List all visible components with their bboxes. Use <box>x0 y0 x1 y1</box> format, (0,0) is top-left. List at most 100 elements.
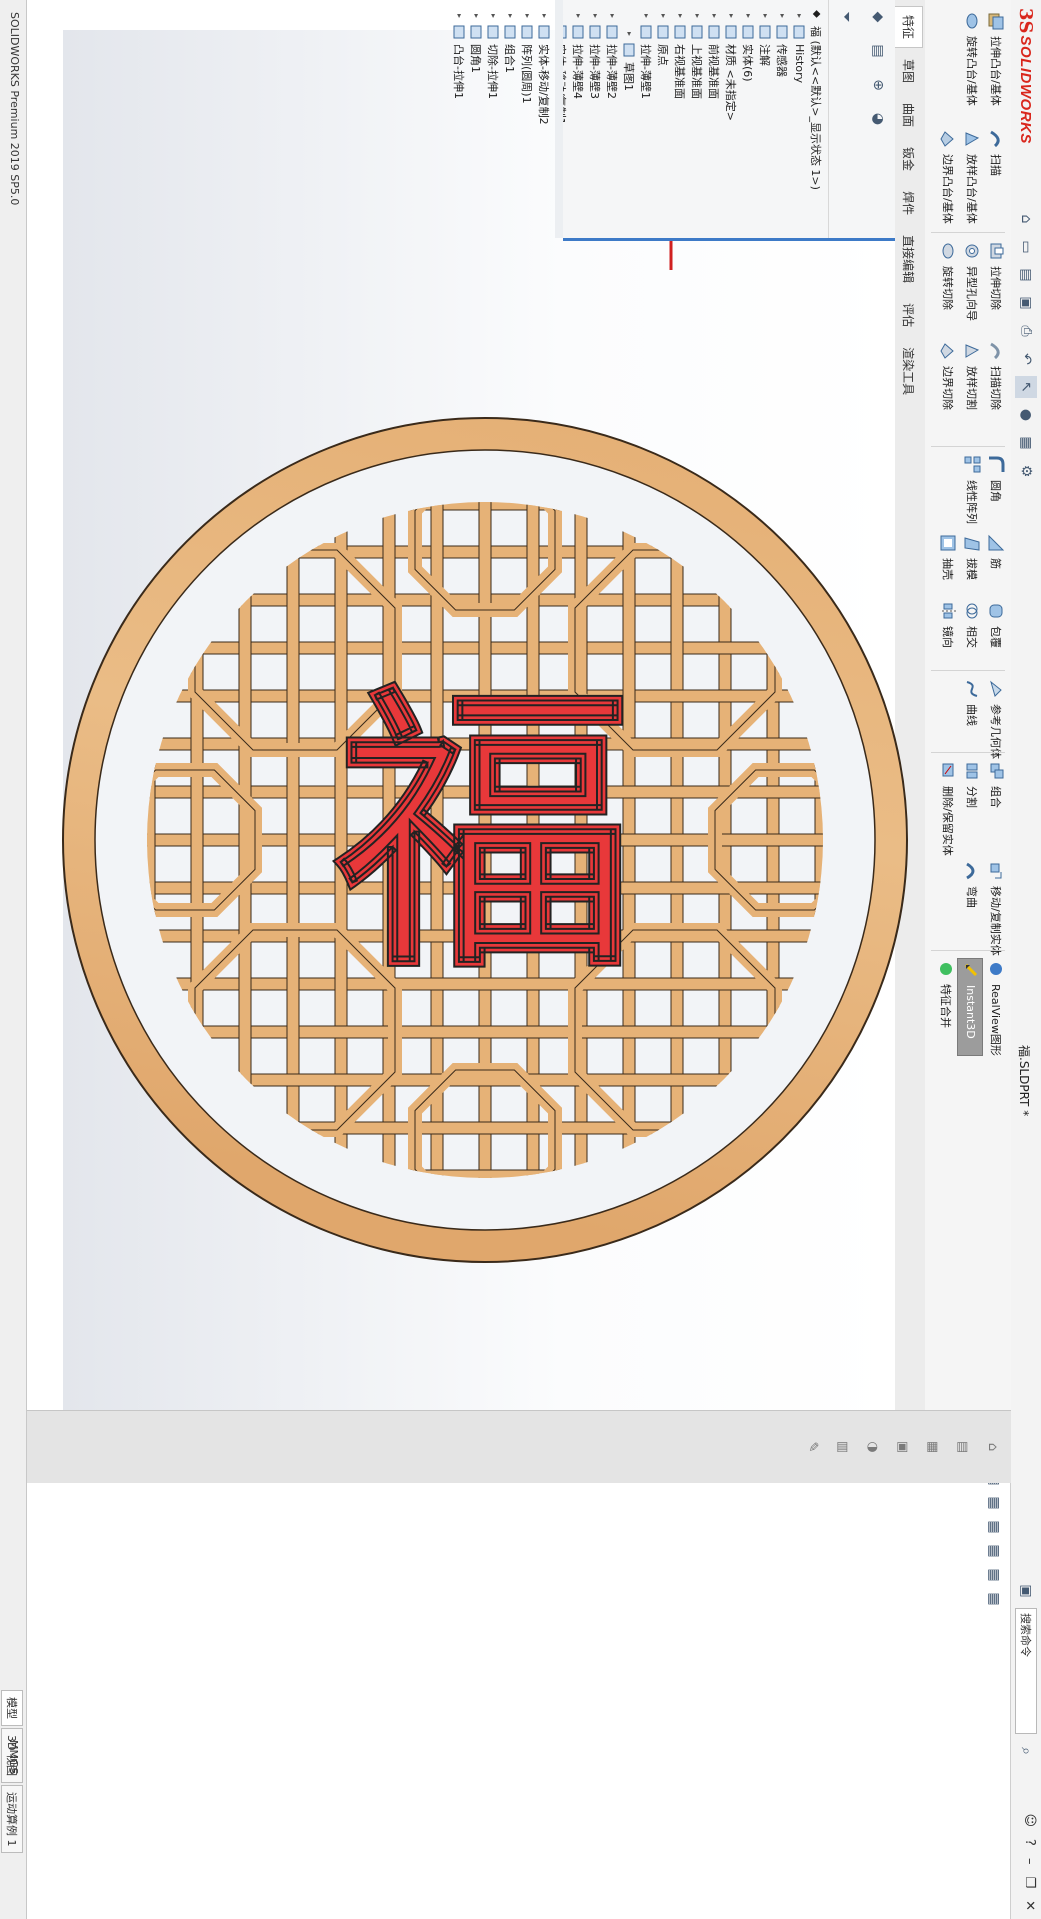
ribbon-button[interactable]: 包覆 <box>983 600 1007 648</box>
ribbon-button[interactable]: 拔模 <box>959 532 983 580</box>
tree-node[interactable]: ▸ 注解 <box>757 6 774 232</box>
view-palette-icon[interactable]: ▣ <box>891 1434 915 1460</box>
panel-splitter[interactable] <box>555 0 563 238</box>
ribbon-button[interactable]: 参考几何体 <box>983 678 1007 759</box>
expand-arrow-icon[interactable]: ▸ <box>676 14 685 24</box>
ribbon-button[interactable]: RealView图形 <box>983 958 1007 1056</box>
ribbon-button[interactable]: 弯曲 <box>959 860 983 956</box>
feature-tree-icon[interactable]: ◆ <box>867 6 889 28</box>
expand-arrow-icon[interactable]: ▸ <box>489 14 498 24</box>
configuration-manager-icon[interactable]: ⊕ <box>867 74 889 96</box>
tree-node[interactable]: ▸ 圆角1 <box>468 6 485 232</box>
ribbon-button[interactable]: 特征合并 <box>933 958 957 1056</box>
filter-icon[interactable]: ⏷ <box>835 6 857 28</box>
appearance-icon[interactable]: ◕ <box>867 108 889 130</box>
tree-node[interactable]: ▸ 原点 <box>655 6 672 232</box>
print-icon[interactable]: ⎙ <box>1015 320 1037 342</box>
ribbon-button[interactable]: 删除/保留实体 <box>935 760 959 856</box>
expand-arrow-icon[interactable]: ▸ <box>659 14 668 24</box>
tab-sketch[interactable]: 草图 <box>895 50 923 92</box>
ribbon-button[interactable]: 扫描切除 <box>983 340 1007 410</box>
ribbon-button[interactable]: 旋转凸台/基体 <box>959 10 983 106</box>
expand-arrow-icon[interactable]: ▸ <box>710 14 719 24</box>
tree-node[interactable]: ▸ 拉伸-薄壁2 <box>604 6 621 232</box>
tree-node[interactable]: ▸ 草图1 <box>621 6 638 232</box>
tree-node[interactable]: ▸ 实体-移动/复制2 <box>536 6 553 232</box>
tree-node[interactable]: ▸ 拉伸-薄壁1 <box>638 6 655 232</box>
expand-arrow-icon[interactable]: ▸ <box>778 14 787 24</box>
select-pointer-icon[interactable]: ↖ <box>1015 376 1037 398</box>
expand-arrow-icon[interactable]: ▸ <box>574 14 583 24</box>
undo-icon[interactable]: ↶ <box>1015 348 1037 370</box>
ribbon-button[interactable]: 分割 <box>959 760 983 856</box>
command-search-icon[interactable]: ▣ <box>1015 1580 1037 1602</box>
grid-icon[interactable]: ▦ <box>983 1492 1005 1514</box>
tree-node[interactable]: ▸ 前视基准面 <box>706 6 723 232</box>
grid-icon[interactable]: ▦ <box>983 1588 1005 1610</box>
ribbon-button[interactable]: 曲线 <box>959 678 983 759</box>
instant3d-button[interactable]: Instant3D <box>957 958 983 1056</box>
tab-direct-editing[interactable]: 直接编辑 <box>895 226 923 292</box>
tree-node[interactable]: ▸ 拉伸-薄壁3 <box>587 6 604 232</box>
ribbon-button[interactable]: 拉伸切除 <box>983 240 1007 321</box>
tree-node[interactable]: ▸ 实体(6) <box>740 6 757 232</box>
tree-node[interactable]: ▸ 右视基准面 <box>672 6 689 232</box>
tree-root[interactable]: ◆ 福 (默认<<默认>_显示状态 1>) <box>808 6 825 232</box>
ribbon-button[interactable]: 放样切割 <box>959 340 983 410</box>
expand-arrow-icon[interactable]: ▸ <box>625 32 634 42</box>
ribbon-button[interactable]: 筋 <box>983 532 1007 580</box>
expand-arrow-icon[interactable]: ▸ <box>761 14 770 24</box>
ribbon-button[interactable]: 镜向 <box>935 600 959 648</box>
tree-node[interactable]: ▸ 材质 <未指定> <box>723 6 740 232</box>
tab-evaluate[interactable]: 评估 <box>895 294 923 336</box>
minimize-icon[interactable]: – <box>1022 1858 1037 1865</box>
save-icon[interactable]: ▣ <box>1015 292 1037 314</box>
tab-model[interactable]: 模型 <box>1 1690 23 1726</box>
file-explorer-icon[interactable]: ▦ <box>921 1434 945 1460</box>
grid-icon[interactable]: ▦ <box>983 1516 1005 1538</box>
help-icon[interactable]: ? <box>1022 1839 1037 1846</box>
expand-arrow-icon[interactable]: ▸ <box>642 14 651 24</box>
expand-arrow-icon[interactable]: ▸ <box>540 14 549 24</box>
home-icon[interactable]: ⌂ <box>1015 208 1037 230</box>
expand-arrow-icon[interactable]: ▸ <box>591 14 600 24</box>
expand-arrow-icon[interactable]: ▸ <box>472 14 481 24</box>
tree-node[interactable]: ▸ 切除-拉伸1 <box>485 6 502 232</box>
rebuild-icon[interactable]: ● <box>1015 404 1037 426</box>
tree-node[interactable]: ▸ 拉伸-薄壁4 <box>570 6 587 232</box>
user-icon[interactable]: ☺ <box>1022 1813 1037 1827</box>
property-manager-icon[interactable]: ▤ <box>867 40 889 62</box>
tab-surfaces[interactable]: 曲面 <box>895 94 923 136</box>
expand-arrow-icon[interactable]: ▸ <box>795 14 804 24</box>
tab-sheetmetal[interactable]: 钣金 <box>895 138 923 180</box>
ribbon-button[interactable]: 异型孔向导 <box>959 240 983 321</box>
ribbon-button[interactable]: 圆角 <box>983 454 1007 524</box>
tree-node[interactable]: ▸ 上视基准面 <box>689 6 706 232</box>
ribbon-button[interactable]: 移动/复制实体 <box>983 860 1007 956</box>
tree-node[interactable]: ▸ History <box>791 6 808 232</box>
solidworks-resources-icon[interactable]: ⌂ <box>981 1434 1005 1460</box>
appearances-icon[interactable]: ◑ <box>861 1434 885 1460</box>
units-indicator[interactable]: MMGS <box>7 1740 20 1775</box>
grid-icon[interactable]: ▦ <box>983 1564 1005 1586</box>
ribbon-button[interactable]: 抽壳 <box>935 532 959 580</box>
open-file-icon[interactable]: ▤ <box>1015 264 1037 286</box>
expand-arrow-icon[interactable]: ▸ <box>608 14 617 24</box>
ribbon-button[interactable]: 扫描 <box>983 128 1007 224</box>
ribbon-button[interactable]: 边界切除 <box>935 340 959 410</box>
tab-weldments[interactable]: 焊件 <box>895 182 923 224</box>
tree-node[interactable]: ▸ 组合1 <box>502 6 519 232</box>
expand-arrow-icon[interactable]: ▸ <box>693 14 702 24</box>
ribbon-button[interactable]: 相交 <box>959 600 983 648</box>
options-gear-icon[interactable]: ⚙ <box>1015 460 1037 482</box>
design-library-icon[interactable]: ▤ <box>951 1434 975 1460</box>
tab-motion-study[interactable]: 运动算例 1 <box>1 1784 23 1854</box>
ribbon-button[interactable]: 拉伸凸台/基体 <box>983 10 1007 106</box>
search-commands-input[interactable]: 搜索命令 <box>1015 1608 1037 1734</box>
expand-arrow-icon[interactable]: ▸ <box>727 14 736 24</box>
search-icon[interactable]: ⌕ <box>1015 1740 1037 1762</box>
expand-arrow-icon[interactable]: ▸ <box>455 14 464 24</box>
expand-arrow-icon[interactable]: ▸ <box>744 14 753 24</box>
tree-node[interactable]: ▸ 传感器 <box>774 6 791 232</box>
tree-node[interactable]: ▸ 凸台-拉伸1 <box>451 6 468 232</box>
